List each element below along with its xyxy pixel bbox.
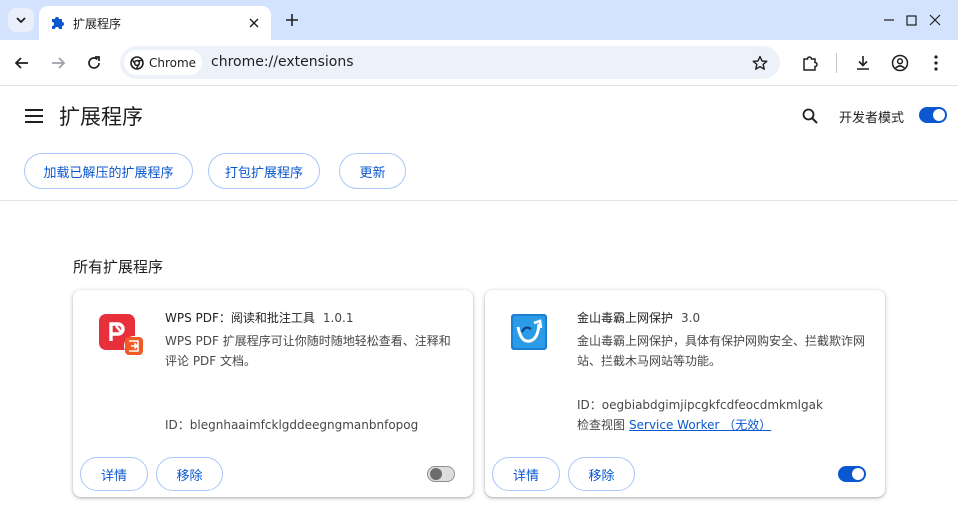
search-extensions-button[interactable] (798, 104, 822, 128)
extension-id: ID：oegbiabdgimjipcgkfcdfeocdmkmlgak (577, 398, 823, 412)
details-button[interactable]: 详情 (492, 457, 560, 491)
inspect-views-label: 检查视图 (577, 418, 626, 432)
tab-extensions[interactable]: 扩展程序 (39, 6, 271, 40)
extension-name-text: WPS PDF：阅读和批注工具 (165, 311, 315, 325)
url-text[interactable]: chrome://extensions (211, 54, 354, 70)
site-info-chip[interactable]: Chrome (124, 50, 202, 75)
puzzle-icon (49, 15, 65, 31)
search-icon (802, 108, 818, 124)
bookmark-star-icon[interactable] (750, 53, 770, 73)
load-unpacked-button[interactable]: 加载已解压的扩展程序 (24, 153, 193, 189)
arrow-right-icon (52, 57, 66, 69)
reload-icon (88, 56, 100, 69)
toggle-knob (933, 109, 945, 121)
duba-shield-icon (511, 314, 547, 350)
extension-description: 金山毒霸上网保护，具体有保护网购安全、拦截欺诈网站、拦截木马网站等功能。 (577, 334, 866, 368)
dev-mode-toggle[interactable] (919, 107, 947, 123)
update-button[interactable]: 更新 (339, 153, 406, 189)
close-icon[interactable] (244, 13, 264, 33)
pack-extension-button[interactable]: 打包扩展程序 (208, 153, 320, 189)
new-tab-button[interactable] (280, 8, 304, 32)
toolbar-separator (836, 53, 837, 73)
back-button[interactable] (8, 49, 36, 77)
close-icon (929, 14, 941, 26)
wps-pdf-icon (99, 314, 144, 356)
extension-card-wps-pdf: WPS PDF：阅读和批注工具 1.0.1 WPS PDF 扩展程序可让你随时随地… (73, 290, 473, 497)
profile-button[interactable] (887, 50, 913, 76)
close-window-button[interactable] (912, 0, 958, 40)
toggle-knob (852, 468, 864, 480)
extension-version: 1.0.1 (322, 311, 354, 325)
downloads-button[interactable] (850, 50, 876, 76)
plus-icon (286, 14, 298, 26)
section-title: 所有扩展程序 (73, 258, 164, 276)
chevron-down-icon (16, 17, 26, 24)
tab-strip: 扩展程序 (0, 0, 958, 40)
extensions-menu-button[interactable] (797, 50, 823, 76)
chrome-logo-icon (130, 55, 144, 70)
account-icon (891, 54, 909, 72)
dev-mode-label: 开发者模式 (839, 111, 905, 126)
extension-card-duba: 金山毒霸上网保护 3.0 金山毒霸上网保护，具体有保护网购安全、拦截欺诈网站、拦截… (485, 290, 885, 497)
inspect-views: 检查视图 Service Worker （无效） (577, 416, 771, 433)
tab-title: 扩展程序 (73, 16, 122, 31)
download-icon (857, 56, 869, 70)
extension-name: 金山毒霸上网保护 3.0 (577, 309, 700, 326)
toolbar: Chrome chrome://extensions (0, 40, 958, 86)
hamburger-icon (25, 109, 43, 123)
extension-version: 3.0 (681, 311, 701, 325)
extension-name-text: 金山毒霸上网保护 (577, 311, 674, 325)
service-worker-link[interactable]: Service Worker （无效） (629, 418, 771, 432)
extension-enable-toggle[interactable] (427, 466, 455, 482)
more-vertical-icon (934, 55, 938, 71)
extension-enable-toggle[interactable] (838, 466, 866, 482)
address-bar[interactable]: Chrome chrome://extensions (120, 46, 780, 79)
extension-name: WPS PDF：阅读和批注工具 1.0.1 (165, 309, 353, 326)
remove-button[interactable]: 移除 (156, 457, 223, 491)
toggle-knob (430, 468, 442, 480)
forward-button[interactable] (44, 49, 72, 77)
chip-label: Chrome (149, 55, 197, 70)
header-divider (0, 200, 958, 201)
main-menu-button[interactable] (22, 105, 46, 127)
details-button[interactable]: 详情 (80, 457, 148, 491)
arrow-left-icon (14, 57, 28, 69)
chrome-menu-button[interactable] (923, 50, 949, 76)
puzzle-icon (803, 56, 818, 71)
remove-button[interactable]: 移除 (568, 457, 635, 491)
tab-search-button[interactable] (8, 8, 34, 32)
reload-button[interactable] (80, 49, 108, 77)
extension-id: ID：blegnhaaimfcklgddeegngmanbnfopog (165, 418, 419, 432)
extension-description: WPS PDF 扩展程序可让你随时随地轻松查看、注释和评论 PDF 文档。 (165, 334, 451, 368)
page-title: 扩展程序 (59, 105, 143, 129)
